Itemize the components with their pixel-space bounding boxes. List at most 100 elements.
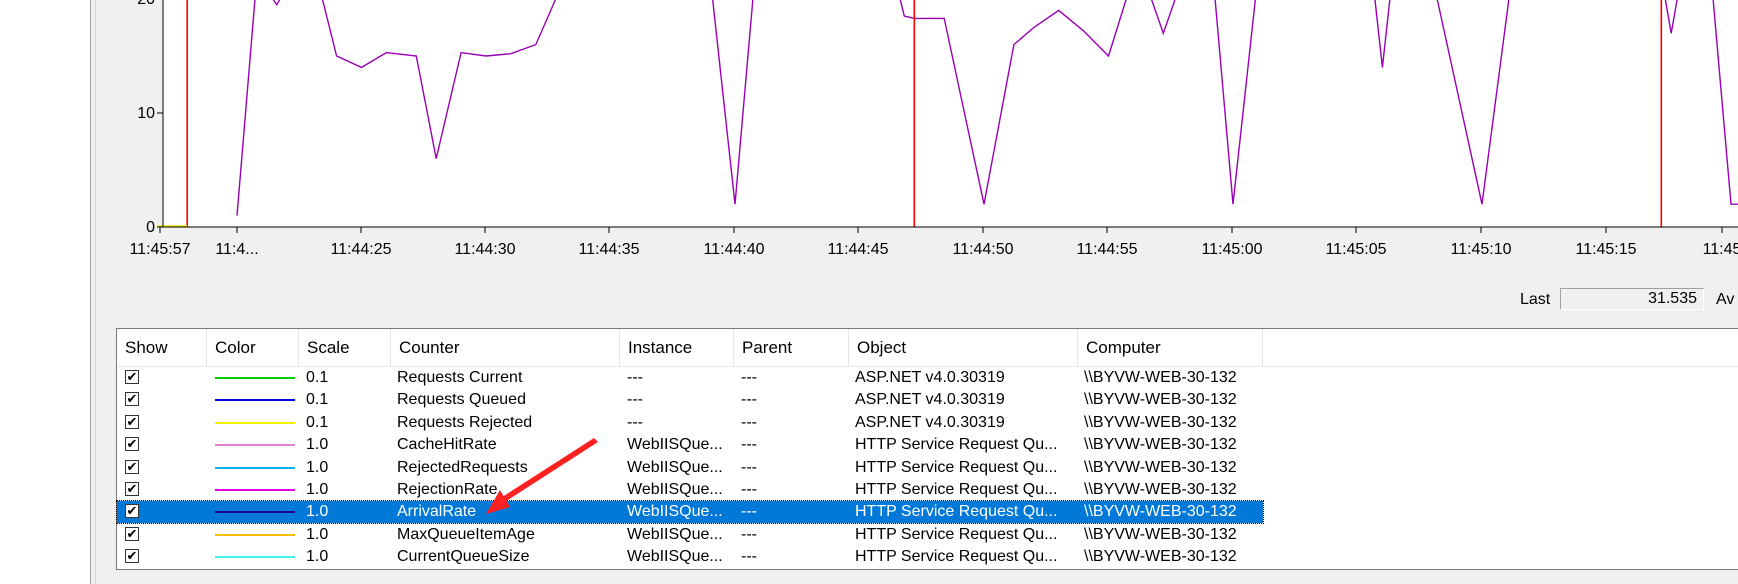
column-header-parent[interactable]: Parent — [734, 329, 849, 366]
cell-instance: --- — [627, 391, 643, 409]
column-header-computer[interactable]: Computer — [1078, 329, 1263, 366]
performance-graph: 0 10 20 11:45:57 11:4... 11:44:25 11:44:30 11:4… — [129, 0, 1738, 258]
color-swatch — [215, 444, 295, 447]
x-tick-label: 11:45:00 — [1201, 241, 1262, 258]
cell-instance: WebIISQue... — [627, 436, 723, 454]
x-tick-label: 11:45:10 — [1450, 241, 1511, 258]
cell-parent: --- — [741, 458, 757, 476]
cell-instance: WebIISQue... — [627, 525, 723, 543]
cell-scale: 0.1 — [306, 369, 329, 386]
x-tick-label: 11:44:30 — [454, 241, 515, 258]
cell-instance: WebIISQue... — [627, 548, 723, 566]
counter-row[interactable]: ✔ 1.0 ArrivalRate WebIISQue... --- HTTP Servi… — [116, 500, 1264, 525]
show-checkbox[interactable]: ✔ — [125, 526, 139, 541]
color-swatch — [215, 421, 295, 424]
cell-object: HTTP Service Request Qu... — [855, 481, 1058, 498]
x-tick-label: 11:45:05 — [1325, 241, 1386, 258]
counter-row[interactable]: ✔ 0.1 Requests Queued --- --- ASP.NET v4.0.30… — [117, 389, 1263, 411]
color-swatch — [215, 399, 295, 402]
cell-scale: 1.0 — [306, 481, 329, 498]
color-swatch — [215, 511, 295, 514]
y-tick-label: 10 — [137, 105, 155, 122]
column-header-counter[interactable]: Counter — [391, 329, 620, 366]
cell-computer: \\BYVW-WEB-30-132 — [1084, 391, 1237, 409]
cell-object: ASP.NET v4.0.30319 — [855, 369, 1005, 386]
counter-row[interactable]: ✔ 1.0 RejectionRate WebIISQue... --- HTTP Ser… — [117, 479, 1263, 501]
cell-scale: 0.1 — [306, 413, 329, 431]
cell-object: HTTP Service Request Qu... — [855, 436, 1058, 454]
cell-computer: \\BYVW-WEB-30-132 — [1084, 436, 1237, 454]
show-checkbox[interactable]: ✔ — [125, 504, 139, 519]
cell-parent: --- — [741, 413, 757, 431]
show-checkbox[interactable]: ✔ — [125, 482, 139, 496]
x-tick-label: 11:44:55 — [1076, 241, 1137, 258]
column-header-instance[interactable]: Instance — [620, 329, 734, 366]
cell-instance: WebIISQue... — [627, 481, 723, 498]
x-tick-label: 11:4... — [215, 241, 258, 258]
counter-row[interactable]: ✔ 0.1 Requests Rejected --- --- ASP.NET v4.0.… — [117, 412, 1263, 434]
cell-parent: --- — [741, 436, 757, 454]
cell-computer: \\BYVW-WEB-30-132 — [1084, 413, 1237, 431]
cell-instance: --- — [627, 413, 643, 431]
cell-scale: 1.0 — [306, 436, 329, 454]
cell-scale: 1.0 — [306, 503, 329, 521]
x-tick-label: 11:45:57 — [129, 241, 190, 258]
color-swatch — [215, 489, 295, 491]
color-swatch — [215, 377, 295, 379]
counter-row[interactable]: ✔ 1.0 CacheHitRate WebIISQue... --- HTTP Serv… — [117, 434, 1263, 456]
show-checkbox[interactable]: ✔ — [125, 414, 139, 429]
cell-instance: WebIISQue... — [627, 503, 723, 521]
x-tick-label: 11:44:50 — [952, 241, 1013, 258]
column-header-show[interactable]: Show — [117, 329, 207, 366]
cell-parent: --- — [741, 525, 757, 543]
show-checkbox[interactable]: ✔ — [125, 370, 139, 384]
cell-object: HTTP Service Request Qu... — [855, 458, 1058, 476]
last-label: Last — [1520, 291, 1551, 308]
cell-computer: \\BYVW-WEB-30-132 — [1084, 369, 1237, 386]
cell-scale: 1.0 — [306, 548, 329, 566]
average-label: Av — [1716, 291, 1735, 308]
cell-computer: \\BYVW-WEB-30-132 — [1084, 481, 1237, 498]
show-checkbox[interactable]: ✔ — [125, 437, 139, 452]
show-checkbox[interactable]: ✔ — [125, 549, 139, 564]
color-swatch — [215, 466, 295, 469]
column-header-scale[interactable]: Scale — [299, 329, 391, 366]
cell-object: HTTP Service Request Qu... — [855, 548, 1058, 566]
cell-counter: ArrivalRate — [397, 503, 477, 521]
show-checkbox[interactable]: ✔ — [125, 392, 139, 407]
x-tick-label: 11:45:15 — [1575, 241, 1636, 258]
y-tick-label: 20 — [137, 0, 155, 8]
column-header-color[interactable]: Color — [207, 329, 299, 366]
counter-list[interactable]: Show Color Scale Counter Instance Parent Objec… — [116, 328, 1738, 570]
last-value-field: 31.535 — [1560, 288, 1704, 310]
cell-parent: --- — [741, 503, 757, 521]
cell-counter: Requests Current — [397, 369, 523, 386]
x-tick-label: 11:44:40 — [703, 241, 764, 258]
x-tick-label: 11:44:45 — [827, 241, 888, 258]
cell-object: HTTP Service Request Qu... — [855, 525, 1058, 543]
y-tick-label: 0 — [146, 219, 155, 236]
cell-counter: RejectionRate — [397, 481, 498, 498]
counter-row[interactable]: ✔ 0.1 Requests Current --- --- ASP.NET v4.0.3… — [117, 367, 1263, 389]
counter-row[interactable]: ✔ 1.0 MaxQueueItemAge WebIISQue... --- HTTP S… — [117, 524, 1263, 546]
counter-row[interactable]: ✔ 1.0 RejectedRequests WebIISQue... --- HTTP … — [117, 457, 1263, 479]
column-header-object[interactable]: Object — [849, 329, 1078, 366]
cell-computer: \\BYVW-WEB-30-132 — [1084, 458, 1237, 476]
cell-counter: CurrentQueueSize — [397, 548, 530, 566]
color-swatch — [215, 533, 295, 536]
cell-object: ASP.NET v4.0.30319 — [855, 391, 1005, 409]
cell-instance: --- — [627, 369, 643, 386]
cell-scale: 0.1 — [306, 391, 329, 409]
show-checkbox[interactable]: ✔ — [125, 459, 139, 474]
cell-counter: CacheHitRate — [397, 436, 497, 454]
cell-parent: --- — [741, 391, 757, 409]
cell-parent: --- — [741, 369, 757, 386]
cell-counter: MaxQueueItemAge — [397, 525, 535, 543]
cell-computer: \\BYVW-WEB-30-132 — [1084, 548, 1237, 566]
cell-parent: --- — [741, 481, 757, 498]
cell-scale: 1.0 — [306, 458, 329, 476]
color-swatch — [215, 556, 295, 559]
cell-instance: WebIISQue... — [627, 458, 723, 476]
counter-row[interactable]: ✔ 1.0 CurrentQueueSize WebIISQue... --- HTTP … — [117, 546, 1263, 568]
plot-area — [163, 0, 1738, 227]
